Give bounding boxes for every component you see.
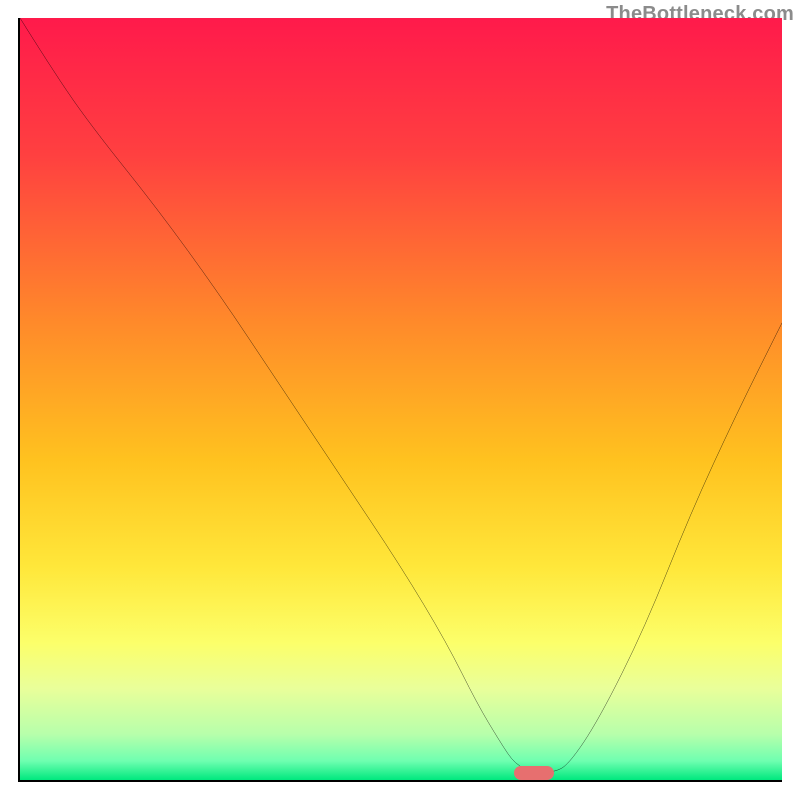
bottleneck-curve: [20, 18, 782, 780]
plot-area: [18, 18, 782, 782]
chart-container: TheBottleneck.com: [0, 0, 800, 800]
curve-path: [20, 18, 782, 772]
optimal-point-marker: [514, 766, 554, 780]
